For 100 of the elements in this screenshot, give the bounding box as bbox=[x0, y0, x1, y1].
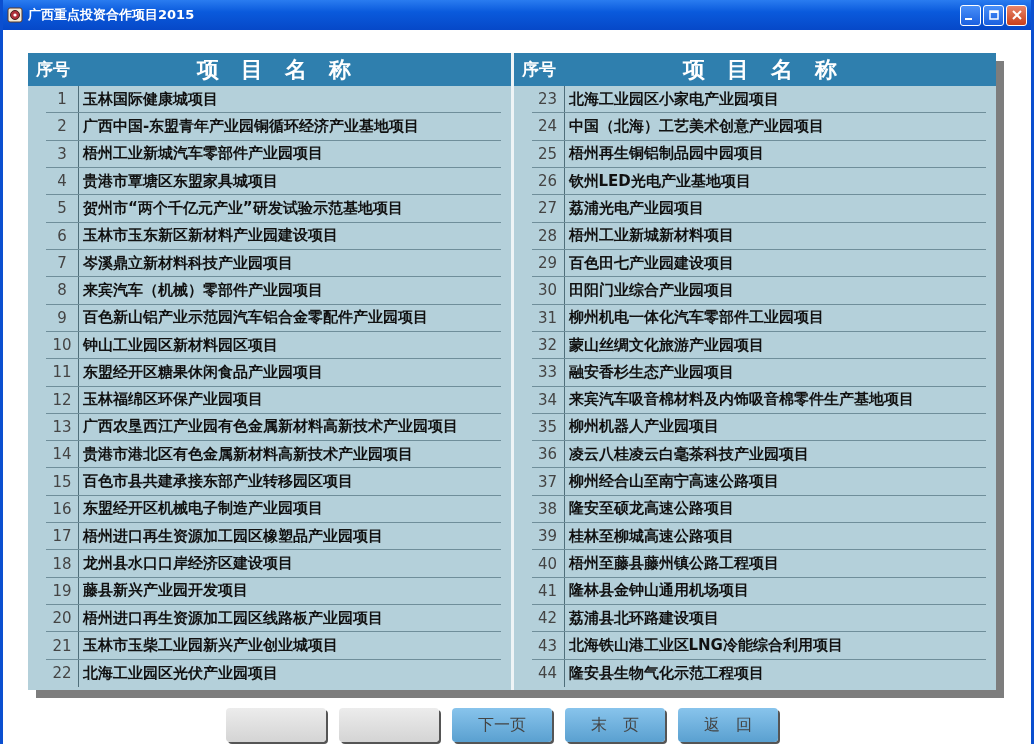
row-number: 22 bbox=[46, 659, 79, 687]
project-name[interactable]: 百色市县共建承接东部产业转移园区项目 bbox=[79, 468, 501, 495]
project-name[interactable]: 柳州机器人产业园项目 bbox=[564, 413, 986, 441]
row-number: 9 bbox=[46, 304, 79, 331]
row-number: 37 bbox=[531, 468, 565, 495]
project-name[interactable]: 百色新山铝产业示范园汽车铝合金零配件产业园项目 bbox=[79, 304, 501, 331]
project-name[interactable]: 中国（北海）工艺美术创意产业园项目 bbox=[564, 113, 986, 140]
row-number: 21 bbox=[46, 632, 79, 659]
project-name[interactable]: 梧州进口再生资源加工园区橡塑品产业园项目 bbox=[79, 523, 501, 550]
row-number: 43 bbox=[531, 632, 565, 659]
project-name[interactable]: 柳州机电一体化汽车零部件工业园项目 bbox=[564, 304, 986, 331]
project-name[interactable]: 梧州进口再生资源加工园区线路板产业园项目 bbox=[79, 605, 501, 632]
project-name[interactable]: 隆安县生物气化示范工程项目 bbox=[564, 659, 986, 687]
row-number: 15 bbox=[46, 468, 79, 495]
row-number: 18 bbox=[46, 550, 79, 577]
window-title: 广西重点投资合作项目2015 bbox=[28, 6, 195, 24]
project-name[interactable]: 贵港市覃塘区东盟家具城项目 bbox=[79, 167, 501, 195]
nav-button[interactable]: 下一页 bbox=[452, 708, 552, 742]
row-number: 19 bbox=[46, 577, 79, 605]
project-name[interactable]: 融安香杉生态产业园项目 bbox=[564, 359, 986, 386]
row-number: 40 bbox=[531, 550, 565, 577]
row-number: 1 bbox=[46, 86, 79, 113]
project-name[interactable]: 梧州再生铜铝制品园中园项目 bbox=[564, 140, 986, 167]
project-name[interactable]: 隆林县金钟山通用机场项目 bbox=[564, 577, 986, 605]
row-number: 23 bbox=[531, 86, 565, 113]
project-name[interactable]: 蒙山丝绸文化旅游产业园项目 bbox=[564, 331, 986, 359]
nav-button[interactable]: 返 回 bbox=[678, 708, 778, 742]
maximize-button[interactable] bbox=[983, 4, 1004, 26]
column-header: 序号 bbox=[35, 58, 71, 81]
project-name[interactable]: 玉林福绵区环保产业园项目 bbox=[79, 386, 501, 413]
row-number: 33 bbox=[531, 359, 565, 386]
row-number: 2 bbox=[46, 113, 79, 140]
column-header: 项 目 名 称 bbox=[195, 55, 353, 84]
project-name[interactable]: 钦州LED光电产业基地项目 bbox=[564, 167, 986, 195]
project-name[interactable]: 藤县新兴产业园开发项目 bbox=[79, 577, 501, 605]
row-number: 36 bbox=[531, 441, 565, 468]
project-name[interactable]: 梧州至藤县藤州镇公路工程项目 bbox=[564, 550, 986, 577]
row-number: 26 bbox=[531, 167, 565, 195]
row-number: 13 bbox=[46, 413, 79, 441]
project-name[interactable]: 玉林国际健康城项目 bbox=[79, 86, 501, 113]
row-number: 8 bbox=[46, 277, 79, 304]
row-number: 38 bbox=[531, 495, 565, 523]
row-number: 44 bbox=[531, 659, 565, 687]
row-number: 32 bbox=[531, 331, 565, 359]
row-number: 17 bbox=[46, 523, 79, 550]
project-name[interactable]: 田阳门业综合产业园项目 bbox=[564, 277, 986, 304]
row-number: 20 bbox=[46, 605, 79, 632]
project-name[interactable]: 来宾汽车吸音棉材料及内饰吸音棉零件生产基地项目 bbox=[564, 386, 986, 413]
row-number: 27 bbox=[531, 195, 565, 222]
nav-button[interactable]: 末 页 bbox=[565, 708, 665, 742]
project-name[interactable]: 广西中国-东盟青年产业园铜循环经济产业基地项目 bbox=[79, 113, 501, 140]
maximize-icon bbox=[988, 10, 999, 20]
minimize-icon bbox=[965, 18, 972, 20]
close-button[interactable] bbox=[1006, 4, 1027, 26]
minimize-button[interactable] bbox=[960, 4, 981, 26]
row-number: 28 bbox=[531, 222, 565, 249]
project-name[interactable]: 梧州工业新城新材料项目 bbox=[564, 222, 986, 249]
project-name[interactable]: 北海工业园区小家电产业园项目 bbox=[564, 86, 986, 113]
project-name[interactable]: 贺州市“两个千亿元产业”研发试验示范基地项目 bbox=[79, 195, 501, 222]
column-header: 项 目 名 称 bbox=[681, 55, 838, 84]
project-name[interactable]: 贵港市港北区有色金属新材料高新技术产业园项目 bbox=[79, 441, 501, 468]
row-number: 10 bbox=[46, 331, 79, 359]
row-number: 35 bbox=[531, 413, 565, 441]
project-name[interactable]: 东盟经开区糖果休闲食品产业园项目 bbox=[79, 359, 501, 386]
project-name[interactable]: 龙州县水口口岸经济区建设项目 bbox=[79, 550, 501, 577]
row-number: 4 bbox=[46, 167, 79, 195]
project-name[interactable]: 百色田七产业园建设项目 bbox=[564, 249, 986, 277]
project-name[interactable]: 荔浦光电产业园项目 bbox=[564, 195, 986, 222]
project-name[interactable]: 北海工业园区光伏产业园项目 bbox=[79, 659, 501, 687]
app-icon bbox=[7, 7, 23, 23]
row-number: 34 bbox=[531, 386, 565, 413]
project-name[interactable]: 岑溪鼎立新材料科技产业园项目 bbox=[79, 249, 501, 277]
row-number: 16 bbox=[46, 495, 79, 523]
project-name[interactable]: 荔浦县北环路建设项目 bbox=[564, 605, 986, 632]
row-number: 7 bbox=[46, 249, 79, 277]
project-name[interactable]: 隆安至硕龙高速公路项目 bbox=[564, 495, 986, 523]
row-number: 11 bbox=[46, 359, 79, 386]
project-name[interactable]: 钟山工业园区新材料园区项目 bbox=[79, 331, 501, 359]
project-name[interactable]: 玉林市玉柴工业园新兴产业创业城项目 bbox=[79, 632, 501, 659]
row-number: 29 bbox=[531, 249, 565, 277]
row-number: 3 bbox=[46, 140, 79, 167]
project-name[interactable]: 桂林至柳城高速公路项目 bbox=[564, 523, 986, 550]
row-number: 39 bbox=[531, 523, 565, 550]
row-number: 12 bbox=[46, 386, 79, 413]
project-name[interactable]: 东盟经开区机械电子制造产业园项目 bbox=[79, 495, 501, 523]
project-name[interactable]: 来宾汽车（机械）零部件产业园项目 bbox=[79, 277, 501, 304]
row-number: 6 bbox=[46, 222, 79, 249]
project-name[interactable]: 凌云八桂凌云白毫茶科技产业园项目 bbox=[564, 441, 986, 468]
column-header: 序号 bbox=[520, 58, 557, 81]
row-number: 41 bbox=[531, 577, 565, 605]
project-name[interactable]: 广西农垦西江产业园有色金属新材料高新技术产业园项目 bbox=[79, 413, 501, 441]
row-number: 14 bbox=[46, 441, 79, 468]
row-number: 30 bbox=[531, 277, 565, 304]
project-name[interactable]: 玉林市玉东新区新材料产业园建设项目 bbox=[79, 222, 501, 249]
project-name[interactable]: 梧州工业新城汽车零部件产业园项目 bbox=[79, 140, 501, 167]
row-number: 24 bbox=[531, 113, 565, 140]
row-number: 25 bbox=[531, 140, 565, 167]
project-name[interactable]: 柳州经合山至南宁高速公路项目 bbox=[564, 468, 986, 495]
project-name[interactable]: 北海铁山港工业区LNG冷能综合利用项目 bbox=[564, 632, 986, 659]
row-number: 31 bbox=[531, 304, 565, 331]
